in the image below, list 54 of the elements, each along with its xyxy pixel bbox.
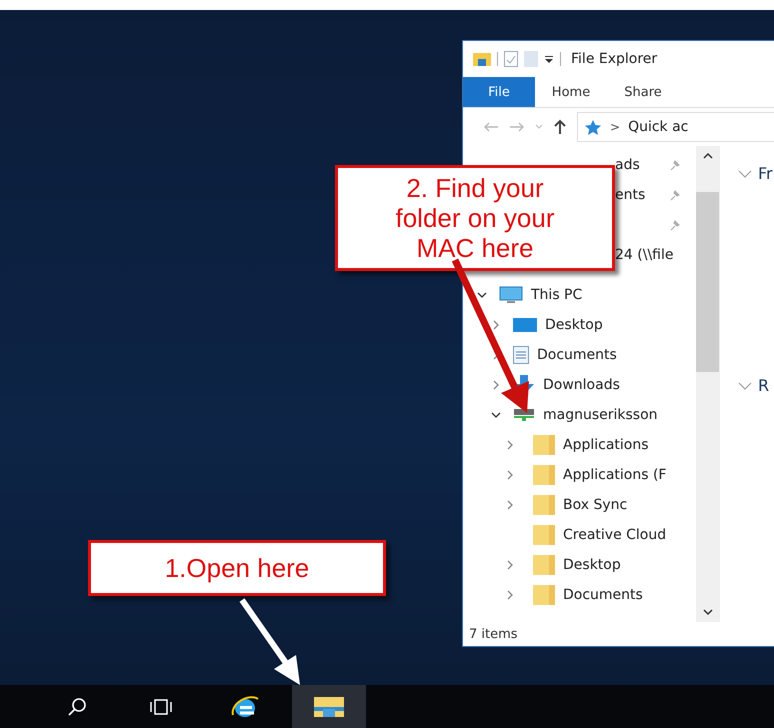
window-title: File Explorer [571, 51, 658, 67]
nav-item[interactable]: Applications (F [563, 467, 666, 483]
nav-item[interactable]: 24 (\\file [615, 247, 674, 263]
document-icon [513, 346, 529, 364]
chevron-right-icon[interactable] [505, 590, 515, 600]
nav-item[interactable]: Box Sync [563, 497, 628, 513]
dropdown-icon[interactable] [544, 54, 554, 64]
network-drive-icon [513, 408, 535, 422]
chevron-right-icon[interactable] [505, 470, 515, 480]
nav-item[interactable]: Desktop [545, 317, 603, 333]
nav-item[interactable]: magnuseriksson [543, 407, 658, 423]
task-view-icon [149, 698, 173, 716]
file-explorer-button[interactable] [292, 685, 366, 728]
folder-icon [533, 555, 555, 575]
folder-icon [533, 525, 555, 545]
nav-item[interactable]: This PC [531, 287, 582, 303]
chevron-right-icon[interactable] [491, 320, 501, 330]
chevron-down-icon[interactable] [477, 290, 487, 300]
star-icon [584, 119, 602, 135]
folder-icon [533, 585, 555, 605]
ribbon-tab[interactable]: File [463, 77, 535, 107]
forward-icon[interactable] [509, 121, 525, 133]
monitor-icon [499, 286, 523, 304]
properties-icon[interactable] [504, 51, 518, 67]
status-text: 7 items [468, 626, 519, 644]
chevron-right-icon[interactable] [491, 380, 501, 390]
group-heading[interactable]: Fr [758, 164, 773, 183]
back-icon[interactable] [483, 121, 499, 133]
chevron-down-icon[interactable] [491, 410, 501, 420]
callout-box: 1.Open here [88, 540, 386, 596]
group-heading[interactable]: R [758, 376, 770, 395]
scrollbar[interactable] [696, 146, 719, 622]
nav-item[interactable]: Desktop [563, 557, 621, 573]
search-icon [67, 696, 87, 716]
scroll-down-icon[interactable] [702, 608, 712, 616]
desktop-icon [513, 317, 537, 333]
chevron-right-icon[interactable] [505, 560, 515, 570]
folder-icon [533, 435, 555, 455]
up-icon[interactable] [553, 119, 567, 135]
address-bar[interactable]: > Quick ac [577, 112, 774, 142]
nav-item[interactable]: Downloads [543, 377, 620, 393]
folder-icon [533, 465, 555, 485]
scrollbar-thumb[interactable] [696, 192, 719, 372]
folder-icon [473, 51, 491, 67]
folder-icon [314, 694, 344, 718]
nav-item[interactable]: Applications [563, 437, 649, 453]
nav-item[interactable]: Creative Cloud [563, 527, 666, 543]
nav-item[interactable]: Documents [563, 587, 643, 603]
nav-item[interactable]: Documents [537, 347, 617, 363]
chevron-right-icon[interactable] [505, 440, 515, 450]
folder-icon [533, 495, 555, 515]
scroll-up-icon[interactable] [702, 152, 712, 160]
chevron-right-icon[interactable] [505, 500, 515, 510]
callout-box: 2. Find your folder on your MAC here [335, 165, 615, 271]
